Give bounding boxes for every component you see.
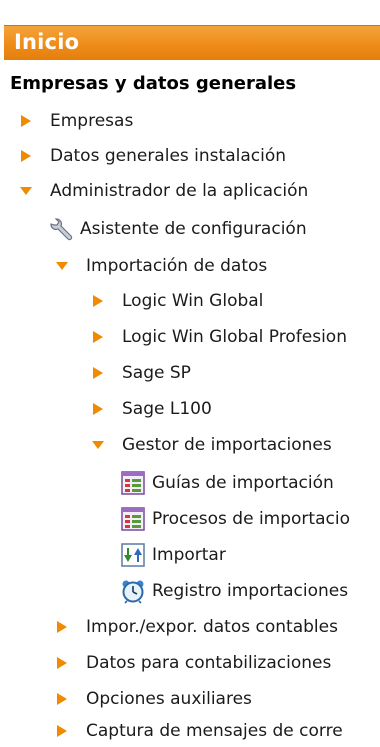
tree-item-label: Procesos de importacio: [152, 508, 350, 529]
collapsed-arrow-icon[interactable]: [16, 146, 36, 166]
collapsed-arrow-icon[interactable]: [16, 111, 36, 131]
collapsed-arrow-icon[interactable]: [52, 617, 72, 637]
tree-item-guias-importacion[interactable]: Guías de importación: [120, 466, 334, 499]
collapsed-arrow-icon[interactable]: [52, 653, 72, 673]
tree-item-label: Guías de importación: [152, 472, 334, 493]
tree-item-registro-importaciones[interactable]: Registro importaciones: [120, 574, 380, 607]
wrench-icon: [48, 216, 74, 242]
collapsed-arrow-icon[interactable]: [88, 363, 108, 383]
tree-item-logic-win-global[interactable]: Logic Win Global: [88, 284, 263, 317]
tree-item-label: Captura de mensajes de corre: [86, 720, 343, 741]
tree-item-sage-sp[interactable]: Sage SP: [88, 356, 191, 389]
collapsed-arrow-icon[interactable]: [88, 327, 108, 347]
tree-item-label: Opciones auxiliares: [86, 688, 252, 709]
tree-item-empresas[interactable]: Empresas: [16, 104, 133, 137]
tree-item-datos-contabilizaciones[interactable]: Datos para contabilizaciones: [52, 646, 380, 679]
expanded-arrow-icon[interactable]: [88, 435, 108, 455]
navigation-tree: Empresas Datos generales instalación Adm…: [0, 0, 380, 746]
expanded-arrow-icon[interactable]: [16, 181, 36, 201]
import-arrows-icon: [120, 542, 146, 568]
tree-item-procesos-importacion[interactable]: Procesos de importacio: [120, 502, 380, 535]
tree-item-label: Datos para contabilizaciones: [86, 652, 332, 673]
tree-item-administrador[interactable]: Administrador de la aplicación: [16, 174, 308, 207]
tree-item-label: Importación de datos: [86, 255, 268, 276]
tree-item-label: Registro importaciones: [152, 580, 349, 601]
tree-item-label: Administrador de la aplicación: [50, 180, 309, 201]
tree-item-label: Impor./expor. datos contables: [86, 616, 338, 637]
tree-item-label: Asistente de configuración: [80, 218, 307, 239]
tree-item-gestor-importaciones[interactable]: Gestor de importaciones: [88, 428, 332, 461]
tree-item-label: Datos generales instalación: [50, 145, 286, 166]
tree-item-label: Gestor de importaciones: [122, 434, 332, 455]
tree-item-opciones-auxiliares[interactable]: Opciones auxiliares: [52, 682, 252, 715]
tree-item-importacion-datos[interactable]: Importación de datos: [52, 249, 267, 282]
tree-item-label: Empresas: [50, 110, 134, 131]
collapsed-arrow-icon[interactable]: [88, 291, 108, 311]
tree-item-impor-expor[interactable]: Impor./expor. datos contables: [52, 610, 380, 643]
tree-item-label: Importar: [152, 544, 226, 565]
tree-item-datos-generales[interactable]: Datos generales instalación: [16, 139, 286, 172]
expanded-arrow-icon[interactable]: [52, 256, 72, 276]
collapsed-arrow-icon[interactable]: [52, 721, 72, 741]
collapsed-arrow-icon[interactable]: [52, 689, 72, 709]
tree-item-importar[interactable]: Importar: [120, 538, 226, 571]
collapsed-arrow-icon[interactable]: [88, 399, 108, 419]
tree-item-logic-win-global-profesion[interactable]: Logic Win Global Profesion: [88, 320, 380, 353]
tree-item-sage-l100[interactable]: Sage L100: [88, 392, 212, 425]
tree-item-label: Logic Win Global Profesion: [122, 326, 347, 347]
grid-form-icon: [120, 470, 146, 496]
grid-form-icon: [120, 506, 146, 532]
tree-item-label: Sage L100: [122, 398, 212, 419]
tree-item-asistente[interactable]: Asistente de configuración: [48, 212, 307, 245]
tree-item-captura-mensajes[interactable]: Captura de mensajes de corre: [52, 714, 380, 747]
alarm-clock-icon: [120, 578, 146, 604]
tree-item-label: Sage SP: [122, 362, 191, 383]
tree-item-label: Logic Win Global: [122, 290, 264, 311]
